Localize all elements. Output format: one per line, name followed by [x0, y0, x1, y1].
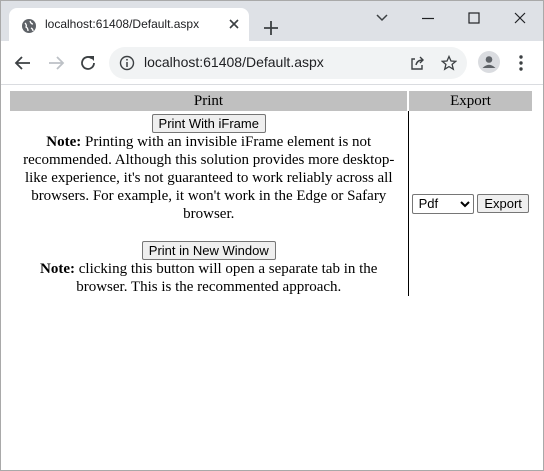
browser-tab[interactable]: localhost:61408/Default.aspx: [9, 8, 249, 41]
share-icon[interactable]: [409, 55, 425, 71]
reload-icon[interactable]: [77, 52, 99, 74]
window-note-label: Note:: [40, 261, 76, 277]
tab-search-button[interactable]: [359, 7, 405, 29]
plus-icon[interactable]: [262, 19, 280, 37]
url-text[interactable]: localhost:61408/Default.aspx: [144, 54, 324, 70]
close-window-icon: [514, 12, 526, 24]
browser-toolbar: localhost:61408/Default.aspx: [1, 41, 543, 85]
back-arrow-icon[interactable]: [12, 52, 34, 74]
print-in-new-window-button[interactable]: Print in New Window: [141, 241, 276, 260]
forward-arrow-icon[interactable]: [45, 52, 67, 74]
minimize-button[interactable]: [405, 7, 451, 29]
export-button[interactable]: Export: [477, 194, 529, 213]
tab-title: localhost:61408/Default.aspx: [45, 17, 200, 31]
globe-icon: [22, 19, 36, 33]
iframe-note-label: Note:: [46, 134, 82, 150]
maximize-icon: [468, 12, 480, 24]
page-content: Print Export Print With iFrame Note: Pri…: [1, 85, 543, 470]
export-cell: Pdf Export: [408, 111, 532, 296]
print-cell: Print With iFrame Note: Printing with an…: [10, 111, 409, 296]
maximize-button[interactable]: [451, 7, 497, 29]
print-with-iframe-button[interactable]: Print With iFrame: [151, 114, 266, 133]
close-window-button[interactable]: [497, 7, 543, 29]
address-bar[interactable]: localhost:61408/Default.aspx: [109, 47, 467, 79]
window-note: Note: clicking this button will open a s…: [14, 260, 404, 296]
star-icon[interactable]: [441, 55, 457, 71]
menu-dots-icon[interactable]: [516, 53, 526, 73]
info-icon[interactable]: [119, 55, 135, 71]
export-column-header: Export: [408, 91, 532, 111]
window-note-text: clicking this button will open a separat…: [75, 261, 378, 295]
export-format-select[interactable]: Pdf: [411, 193, 474, 214]
tab-strip: localhost:61408/Default.aspx: [1, 1, 543, 41]
minimize-icon: [422, 17, 434, 20]
print-column-header: Print: [10, 91, 409, 111]
close-icon[interactable]: [227, 17, 241, 31]
print-export-table: Print Export Print With iFrame Note: Pri…: [10, 91, 532, 296]
iframe-note: Note: Printing with an invisible iFrame …: [14, 133, 404, 223]
profile-icon[interactable]: [478, 51, 500, 73]
browser-window: localhost:61408/Default.aspx localhost:6…: [0, 0, 544, 471]
chevron-down-icon: [376, 14, 388, 22]
